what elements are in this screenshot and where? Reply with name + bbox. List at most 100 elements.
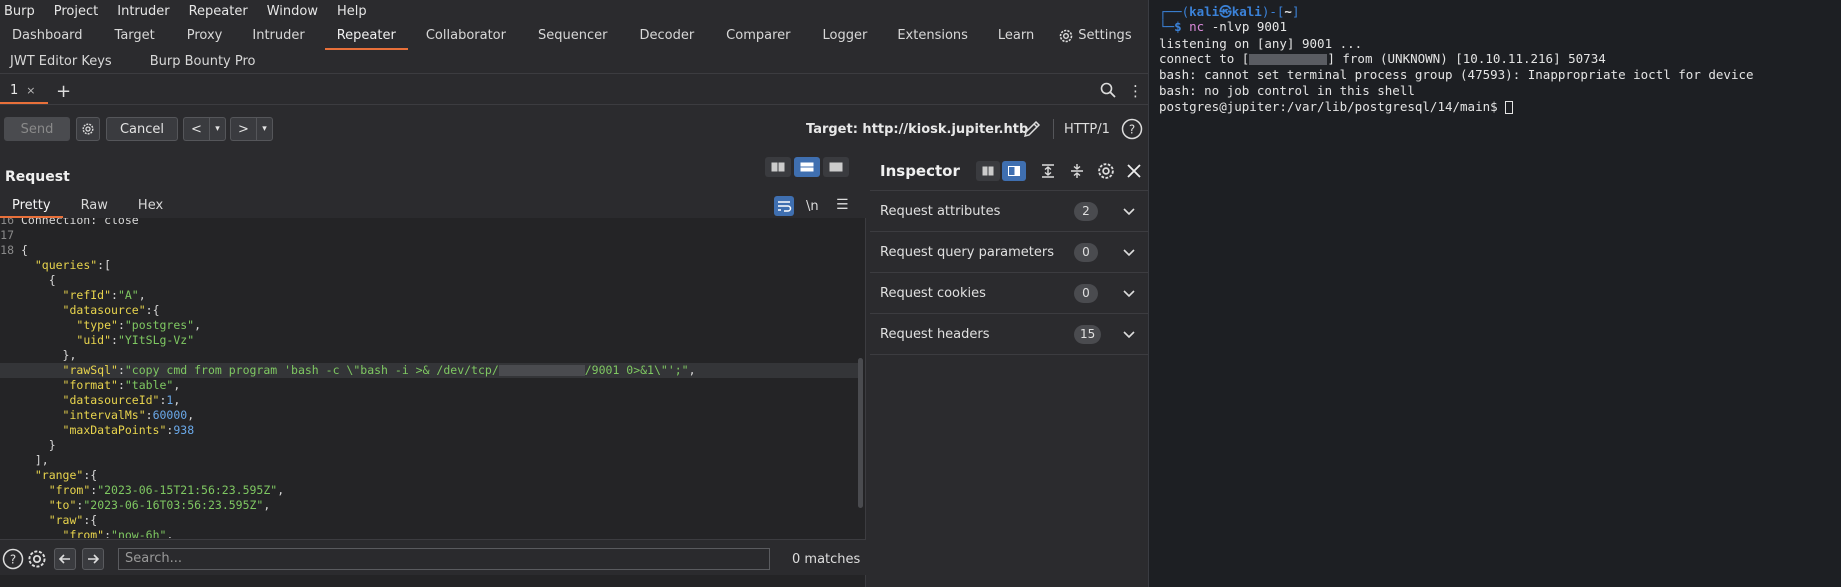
chevron-down-icon[interactable] (1122, 245, 1136, 259)
command-args: -nlvp 9001 (1211, 19, 1287, 34)
layout-tabs-button[interactable] (823, 157, 849, 177)
close-icon[interactable] (1126, 163, 1142, 179)
forward-history-dropdown[interactable]: ▾ (256, 117, 273, 141)
tab-intruder[interactable]: Intruder (240, 24, 316, 48)
inspector-layout-button[interactable] (976, 161, 1000, 181)
divider (0, 104, 1148, 105)
forward-button[interactable]: > (230, 117, 256, 141)
tab-raw[interactable]: Raw (69, 194, 120, 218)
tab-hex[interactable]: Hex (126, 194, 175, 218)
settings-label: Settings (1078, 28, 1132, 43)
show-newlines-button[interactable]: \n (806, 199, 819, 214)
cancel-button[interactable]: Cancel (106, 117, 178, 141)
tab-learn[interactable]: Learn (986, 24, 1046, 48)
gear-icon[interactable] (26, 548, 48, 570)
rows-icon (800, 162, 814, 172)
match-count: 0 matches (792, 552, 861, 567)
settings-link[interactable]: Settings (1046, 24, 1143, 48)
tab-sequencer[interactable]: Sequencer (526, 24, 619, 48)
layout-side-by-side-button[interactable] (765, 157, 791, 177)
menu-burp[interactable]: Burp (4, 4, 35, 19)
prompt-dir: ~ (1284, 4, 1292, 19)
edit-target-icon[interactable] (1022, 119, 1042, 139)
tab-comparer[interactable]: Comparer (714, 24, 802, 48)
search-bar: ? Search... 0 matches (0, 539, 866, 575)
menu-project[interactable]: Project (54, 4, 98, 19)
inspector-title: Inspector (880, 162, 960, 180)
repeater-tab-1[interactable]: 1 × (0, 78, 48, 104)
code-line: "refId":"A", (62, 288, 146, 302)
terminal-window[interactable]: ┌──(kali㉿kali)-[~] └─$ nc -nlvp 9001 lis… (1148, 0, 1841, 587)
main-tab-bar: Dashboard Target Proxy Intruder Repeater… (0, 24, 1148, 50)
terminal-cursor (1505, 101, 1514, 114)
menu-window[interactable]: Window (267, 4, 318, 19)
add-tab-icon[interactable]: + (56, 81, 71, 102)
tab-repeater[interactable]: Repeater (324, 24, 408, 50)
editor-scrollbar[interactable] (858, 218, 864, 538)
repeater-tab-strip: 1 × + (0, 78, 1148, 104)
wrap-lines-button[interactable] (774, 196, 794, 216)
terminal-output-line: connect to [] from (UNKNOWN) [10.10.11.2… (1159, 51, 1606, 66)
columns-icon (771, 162, 785, 172)
tab-dashboard[interactable]: Dashboard (0, 24, 95, 48)
back-button[interactable]: < (183, 117, 209, 141)
chevron-down-icon[interactable] (1122, 204, 1136, 218)
request-code-editor[interactable]: 16 Connection: close 17 18{ "queries":[ {… (0, 218, 858, 538)
tab-extensions[interactable]: Extensions (885, 24, 980, 48)
help-icon[interactable]: ? (2, 548, 24, 570)
expand-all-icon[interactable] (1040, 163, 1056, 179)
code-line: "range":{ (34, 468, 98, 482)
menu-repeater[interactable]: Repeater (189, 4, 248, 19)
previous-match-button[interactable] (54, 548, 76, 570)
inspector-row-label: Request attributes (880, 204, 1001, 219)
columns-icon (982, 166, 994, 176)
send-settings-button[interactable] (76, 117, 100, 141)
send-button[interactable]: Send (4, 117, 70, 141)
collapse-all-icon[interactable] (1069, 163, 1085, 179)
code-line: "datasource":{ (62, 303, 160, 317)
help-icon[interactable]: ? (1121, 118, 1143, 140)
chevron-down-icon[interactable] (1122, 286, 1136, 300)
inspector-layout-active-button[interactable] (1002, 161, 1026, 181)
code-line: "to":"2023-06-16T03:56:23.595Z", (48, 498, 271, 512)
menu-intruder[interactable]: Intruder (117, 4, 169, 19)
tab-pretty[interactable]: Pretty (0, 194, 63, 218)
more-options-icon[interactable]: ⋮ (1128, 82, 1143, 100)
http-version-label[interactable]: HTTP/1 (1064, 122, 1110, 137)
tab-target[interactable]: Target (103, 24, 167, 48)
divider (1053, 119, 1054, 139)
terminal-command-line: └─$ nc -nlvp 9001 (1159, 19, 1287, 34)
code-line: ], (21, 453, 49, 467)
menu-help[interactable]: Help (337, 4, 367, 19)
terminal-output-line: listening on [any] 9001 ... (1159, 36, 1363, 51)
inspector-row-label: Request cookies (880, 286, 986, 301)
tab-decoder[interactable]: Decoder (627, 24, 706, 48)
gear-icon[interactable] (1096, 161, 1116, 181)
inspector-row-query-parameters[interactable]: Request query parameters 0 (870, 232, 1148, 273)
close-icon[interactable]: × (26, 84, 35, 97)
code-line: "from":"2023-06-15T21:56:23.595Z", (48, 483, 285, 497)
layout-stacked-button[interactable] (794, 157, 820, 177)
request-panel-header: Request Pretty Raw Hex \n ☰ (0, 152, 866, 218)
inspector-row-cookies[interactable]: Request cookies 0 (870, 273, 1148, 314)
tab-logger[interactable]: Logger (811, 24, 880, 48)
inspector-row-headers[interactable]: Request headers 15 (870, 314, 1148, 355)
next-match-button[interactable] (82, 548, 104, 570)
back-history-dropdown[interactable]: ▾ (209, 117, 226, 141)
search-icon[interactable] (1100, 82, 1116, 98)
scrollbar-thumb[interactable] (858, 358, 863, 508)
inspector-row-request-attributes[interactable]: Request attributes 2 (870, 191, 1148, 232)
code-line: "intervalMs":60000, (62, 408, 195, 422)
tab-burp-bounty-pro[interactable]: Burp Bounty Pro (140, 54, 266, 69)
tab-proxy[interactable]: Proxy (175, 24, 235, 48)
burp-window: Burp Project Intruder Repeater Window He… (0, 0, 1148, 587)
redacted-ip (1249, 54, 1328, 65)
tab-jwt-editor-keys[interactable]: JWT Editor Keys (0, 54, 122, 69)
target-label[interactable]: Target: http://kiosk.jupiter.htb (806, 122, 1028, 137)
tab-collaborator[interactable]: Collaborator (414, 24, 518, 48)
code-line: { (21, 273, 56, 287)
search-input[interactable]: Search... (118, 548, 770, 570)
editor-menu-icon[interactable]: ☰ (836, 197, 849, 213)
code-line: 18{ (0, 243, 28, 257)
chevron-down-icon[interactable] (1122, 327, 1136, 341)
